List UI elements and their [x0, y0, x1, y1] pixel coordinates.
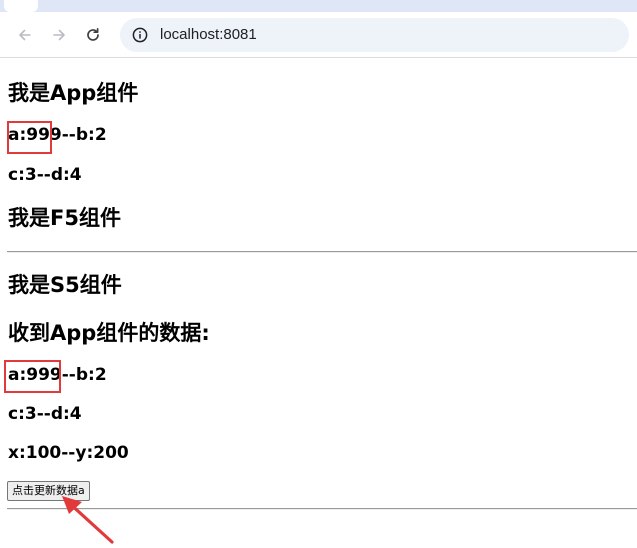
browser-tab-strip [0, 0, 637, 12]
address-url[interactable]: localhost:8081 [160, 26, 257, 43]
app-component-title: 我是App组件 [8, 81, 139, 105]
f5-divider [7, 251, 637, 253]
info-icon[interactable] [132, 27, 148, 43]
reload-button[interactable] [76, 20, 110, 50]
back-button[interactable] [8, 20, 42, 50]
s5-cd-values: c:3--d:4 [8, 404, 82, 424]
arrow-left-icon [19, 29, 31, 40]
forward-button[interactable] [42, 20, 76, 50]
s5-component-title: 我是S5组件 [8, 273, 122, 297]
app-cd-values: c:3--d:4 [8, 165, 82, 185]
address-bar[interactable]: localhost:8081 [120, 17, 629, 52]
highlight-box-s5-a [4, 360, 61, 393]
highlight-box-app-a [7, 121, 52, 154]
s5-received-title: 收到App组件的数据: [8, 321, 210, 345]
arrow-right-icon [53, 29, 65, 40]
s5-xy-values: x:100--y:200 [8, 443, 129, 463]
browser-toolbar: localhost:8081 [0, 12, 637, 58]
f5-component-title: 我是F5组件 [8, 206, 121, 230]
browser-active-tab[interactable] [4, 0, 38, 12]
annotation-arrow-icon [62, 496, 114, 544]
reload-icon [87, 27, 99, 41]
